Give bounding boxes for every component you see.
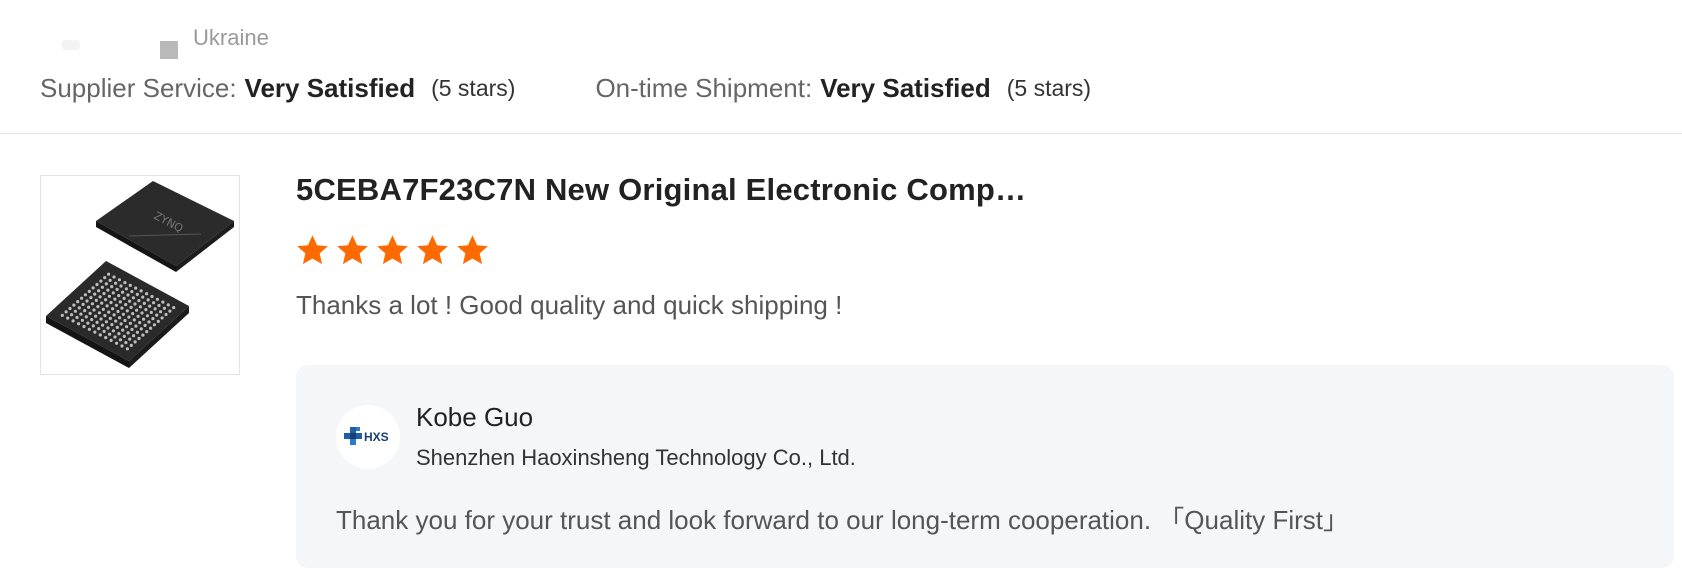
- buyer-avatar: [62, 40, 80, 50]
- review-text: Thanks a lot ! Good quality and quick sh…: [296, 290, 843, 320]
- star-icon: [337, 235, 368, 265]
- star-icon: [377, 235, 408, 265]
- star-icon: [297, 235, 328, 265]
- product-title[interactable]: 5CEBA7F23C7N New Original Electronic Com…: [296, 172, 1026, 208]
- supplier-service-stars: (5 stars): [431, 74, 516, 101]
- buyer-country: Ukraine: [193, 25, 269, 50]
- replier-name: Kobe Guo: [416, 402, 534, 432]
- review-header: Ukraine Supplier Service: Very Satisfied…: [0, 0, 1682, 134]
- hxs-logo-icon: HXS: [344, 427, 389, 445]
- svg-text:HXS: HXS: [364, 430, 389, 444]
- country-flag-icon: [160, 41, 178, 59]
- service-ratings: Supplier Service: Very Satisfied (5 star…: [40, 70, 1091, 106]
- star-icon: [457, 235, 488, 265]
- shipment-value: Very Satisfied: [820, 72, 991, 103]
- product-thumbnail[interactable]: ZYNQ: [40, 175, 240, 375]
- replier-company[interactable]: Shenzhen Haoxinsheng Technology Co., Ltd…: [416, 445, 856, 471]
- divider: [0, 133, 1682, 134]
- supplier-service-value: Very Satisfied: [244, 72, 416, 103]
- reply-text: Thank you for your trust and look forwar…: [336, 505, 1349, 535]
- shipment-stars: (5 stars): [1006, 74, 1092, 101]
- star-icon: [417, 235, 448, 265]
- supplier-reply: HXS Kobe Guo Shenzhen Haoxinsheng Techno…: [296, 365, 1674, 568]
- shipment-label: On-time Shipment:: [595, 72, 813, 103]
- chip-image-icon: ZYNQ: [46, 181, 234, 368]
- supplier-service-label: Supplier Service:: [40, 72, 237, 103]
- company-logo: HXS: [336, 405, 400, 469]
- review-rating-stars: [295, 233, 490, 268]
